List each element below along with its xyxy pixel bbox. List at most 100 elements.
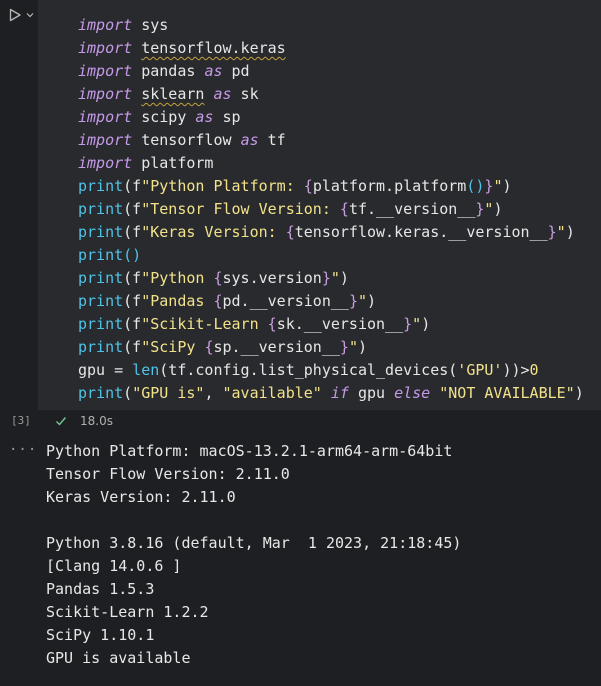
code-token: (): [123, 246, 142, 264]
code-token: ))>: [502, 361, 530, 379]
code-line: import platform: [78, 152, 584, 175]
code-token: ": [357, 292, 367, 310]
code-token: import: [78, 39, 133, 57]
output-line: Python 3.8.16 (default, Mar 1 2023, 21:1…: [46, 534, 462, 552]
code-editor[interactable]: import sys import tensorflow.keras import …: [38, 0, 601, 410]
code-line: import pandas as pd: [78, 60, 584, 83]
code-token: as: [204, 62, 223, 80]
code-token: sys: [132, 16, 169, 34]
code-token: }: [339, 338, 349, 356]
code-token: if: [330, 384, 349, 402]
code-token: {: [213, 292, 223, 310]
code-token: ": [556, 223, 566, 241]
code-token: (f: [123, 223, 142, 241]
chevron-down-icon[interactable]: [25, 10, 35, 20]
code-token: "Python: [141, 269, 214, 287]
code-line: import tensorflow.keras: [78, 37, 584, 60]
code-token: "Scikit-Learn: [141, 315, 268, 333]
code-token: (f: [123, 269, 142, 287]
code-token: {: [285, 223, 295, 241]
output-text: Python Platform: macOS-13.2.1-arm64-arm-…: [46, 440, 461, 670]
code-token: tensorflow.keras.__version__: [294, 223, 548, 241]
code-token: print: [78, 223, 124, 241]
output-line: Pandas 1.5.3: [46, 580, 155, 598]
code-token: "available": [222, 384, 322, 402]
code-token: sk.__version__: [276, 315, 404, 333]
code-token: print: [78, 292, 124, 310]
code-token: "Python Platform:: [141, 177, 304, 195]
code-token: (f: [123, 292, 142, 310]
code-token: else: [394, 384, 431, 402]
code-token: ): [565, 223, 575, 241]
code-token: {: [339, 200, 349, 218]
code-token: "NOT AVAILABLE": [439, 384, 575, 402]
code-token: "GPU is": [132, 384, 205, 402]
output-line: Scikit-Learn 1.2.2: [46, 603, 209, 621]
code-token: (f: [123, 315, 142, 333]
code-token: as: [195, 108, 214, 126]
more-icon[interactable]: ···: [9, 442, 37, 458]
code-token: print: [78, 269, 124, 287]
code-line: print("GPU is", "available" if gpu else …: [78, 382, 584, 405]
code-token: ): [502, 177, 512, 195]
code-line: print(): [78, 244, 584, 267]
code-token: ": [348, 338, 358, 356]
code-token: ): [367, 292, 377, 310]
code-token: {: [303, 177, 313, 195]
code-token: import: [78, 16, 133, 34]
code-token: import: [78, 62, 133, 80]
code-token: ): [339, 269, 349, 287]
code-token: pd.__version__: [222, 292, 349, 310]
output-line: GPU is available: [46, 649, 191, 667]
output-line: Tensor Flow Version: 2.11.0: [46, 465, 290, 483]
code-token: (): [466, 177, 485, 195]
code-token: as: [240, 131, 259, 149]
code-token: sk: [231, 85, 259, 103]
code-token: pandas: [132, 62, 205, 80]
code-token: 'GPU': [457, 361, 503, 379]
code-token: platform: [132, 154, 214, 172]
code-line: import sys: [78, 14, 584, 37]
code-line: print(f"Scikit-Learn {sk.__version__}"): [78, 313, 584, 336]
code-token: ): [421, 315, 431, 333]
code-token: print: [78, 315, 124, 333]
code-token: tf.__version__: [348, 200, 476, 218]
code-token: gpu: [348, 384, 395, 402]
code-token: as: [213, 85, 232, 103]
code-content[interactable]: import sys import tensorflow.keras import …: [78, 14, 584, 405]
code-line: import tensorflow as tf: [78, 129, 584, 152]
code-line: gpu = len(tf.config.list_physical_device…: [78, 359, 584, 382]
code-token: import: [78, 85, 133, 103]
code-token: {: [267, 315, 277, 333]
code-token: tensorflow.keras: [141, 39, 286, 57]
code-token: print: [78, 384, 124, 402]
code-token: gpu =: [78, 361, 133, 379]
code-token: "Tensor Flow Version:: [141, 200, 340, 218]
code-token: tf: [258, 131, 286, 149]
output-line: SciPy 1.10.1: [46, 626, 155, 644]
output-line: Keras Version: 2.11.0: [46, 488, 236, 506]
code-token: }: [403, 315, 413, 333]
code-token: print: [78, 246, 124, 264]
output-line: Python Platform: macOS-13.2.1-arm64-arm-…: [46, 442, 453, 460]
code-token: import: [78, 131, 133, 149]
code-token: print: [78, 200, 124, 218]
code-token: (tf.config.list_physical_devices(: [159, 361, 458, 379]
code-line: print(f"Python Platform: {platform.platf…: [78, 175, 584, 198]
run-icon[interactable]: [8, 8, 22, 22]
code-token: pd: [222, 62, 250, 80]
code-token: import: [78, 108, 133, 126]
code-token: ": [330, 269, 340, 287]
code-token: print: [78, 177, 124, 195]
code-token: (f: [123, 338, 142, 356]
code-token: {: [213, 269, 223, 287]
cell-output: ··· Python Platform: macOS-13.2.1-arm64-…: [0, 432, 601, 686]
code-line: print(f"SciPy {sp.__version__}"): [78, 336, 584, 359]
check-icon: [56, 417, 67, 426]
code-line: print(f"Keras Version: {tensorflow.keras…: [78, 221, 584, 244]
code-token: sklearn: [141, 85, 205, 103]
code-token: (f: [123, 177, 142, 195]
